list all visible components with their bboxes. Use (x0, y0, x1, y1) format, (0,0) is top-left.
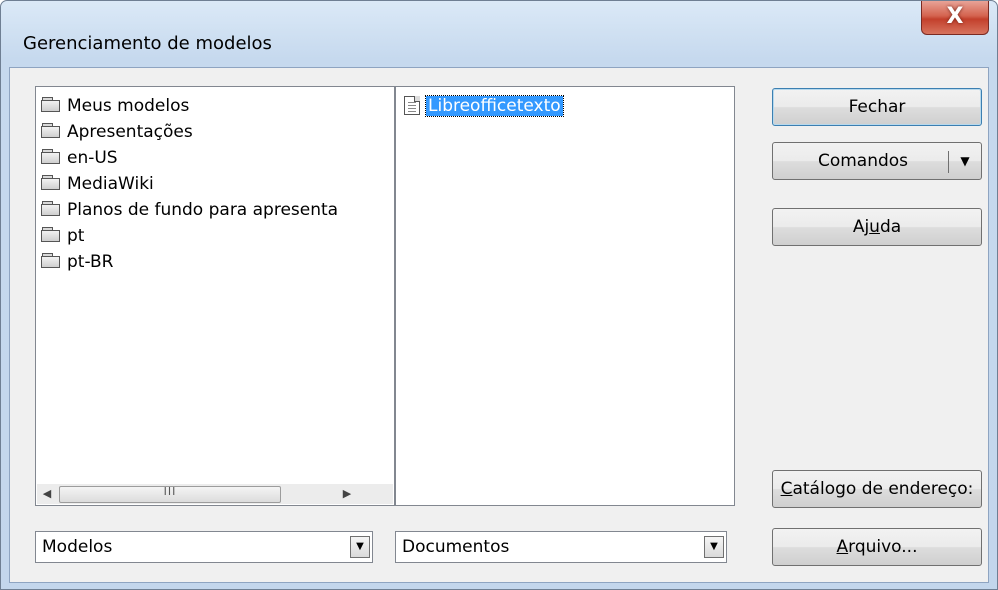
folder-icon (41, 175, 61, 191)
dialog-window: Gerenciamento de modelos X Meus modelos … (0, 0, 998, 590)
list-item[interactable]: Libreofficetexto (404, 93, 564, 119)
folder-icon (41, 97, 61, 113)
close-dialog-button[interactable]: Fechar (772, 88, 982, 126)
template-documents-list[interactable]: Libreofficetexto (395, 86, 735, 506)
selected-item-label: Libreofficetexto (425, 95, 564, 117)
scroll-thumb[interactable]: III (59, 485, 281, 503)
folder-icon (41, 227, 61, 243)
scroll-grip: III (163, 485, 177, 498)
commands-menu-button[interactable]: Comandos ▼ (772, 142, 982, 180)
scroll-right-icon[interactable]: ▶ (337, 484, 357, 504)
folder-icon (41, 253, 61, 269)
category-select-value: Modelos (42, 537, 113, 557)
chevron-down-icon[interactable]: ▼ (953, 143, 977, 179)
folder-icon (41, 123, 61, 139)
close-button[interactable]: X (921, 1, 989, 35)
help-button[interactable]: Ajuda (772, 208, 982, 246)
address-book-button[interactable]: Catálogo de endereço: (772, 470, 982, 508)
list-item[interactable]: pt-BR (41, 249, 113, 275)
list-item[interactable]: Planos de fundo para apresenta (41, 197, 338, 223)
split-separator (948, 151, 949, 173)
chevron-down-icon[interactable]: ▼ (704, 536, 724, 558)
chevron-down-icon[interactable]: ▼ (350, 536, 370, 558)
commands-label: Comandos (817, 151, 909, 171)
list-item[interactable]: Meus modelos (41, 93, 189, 119)
template-folders-list[interactable]: Meus modelos Apresentações en-US MediaWi… (35, 86, 395, 506)
list-item[interactable]: pt (41, 223, 84, 249)
list-item[interactable]: en-US (41, 145, 118, 171)
horizontal-scrollbar[interactable]: ◀ III ▶ (37, 484, 393, 504)
folder-icon (41, 201, 61, 217)
dialog-client-area: Meus modelos Apresentações en-US MediaWi… (9, 67, 989, 583)
documents-select[interactable]: Documentos ▼ (395, 531, 727, 563)
window-title: Gerenciamento de modelos (23, 33, 272, 54)
file-button[interactable]: Arquivo... (772, 528, 982, 566)
scroll-left-icon[interactable]: ◀ (37, 484, 57, 504)
list-item[interactable]: MediaWiki (41, 171, 154, 197)
folder-icon (41, 149, 61, 165)
document-icon (404, 96, 420, 115)
category-select[interactable]: Modelos ▼ (35, 531, 373, 563)
list-item[interactable]: Apresentações (41, 119, 193, 145)
documents-select-value: Documentos (402, 537, 510, 557)
close-icon: X (946, 4, 964, 29)
